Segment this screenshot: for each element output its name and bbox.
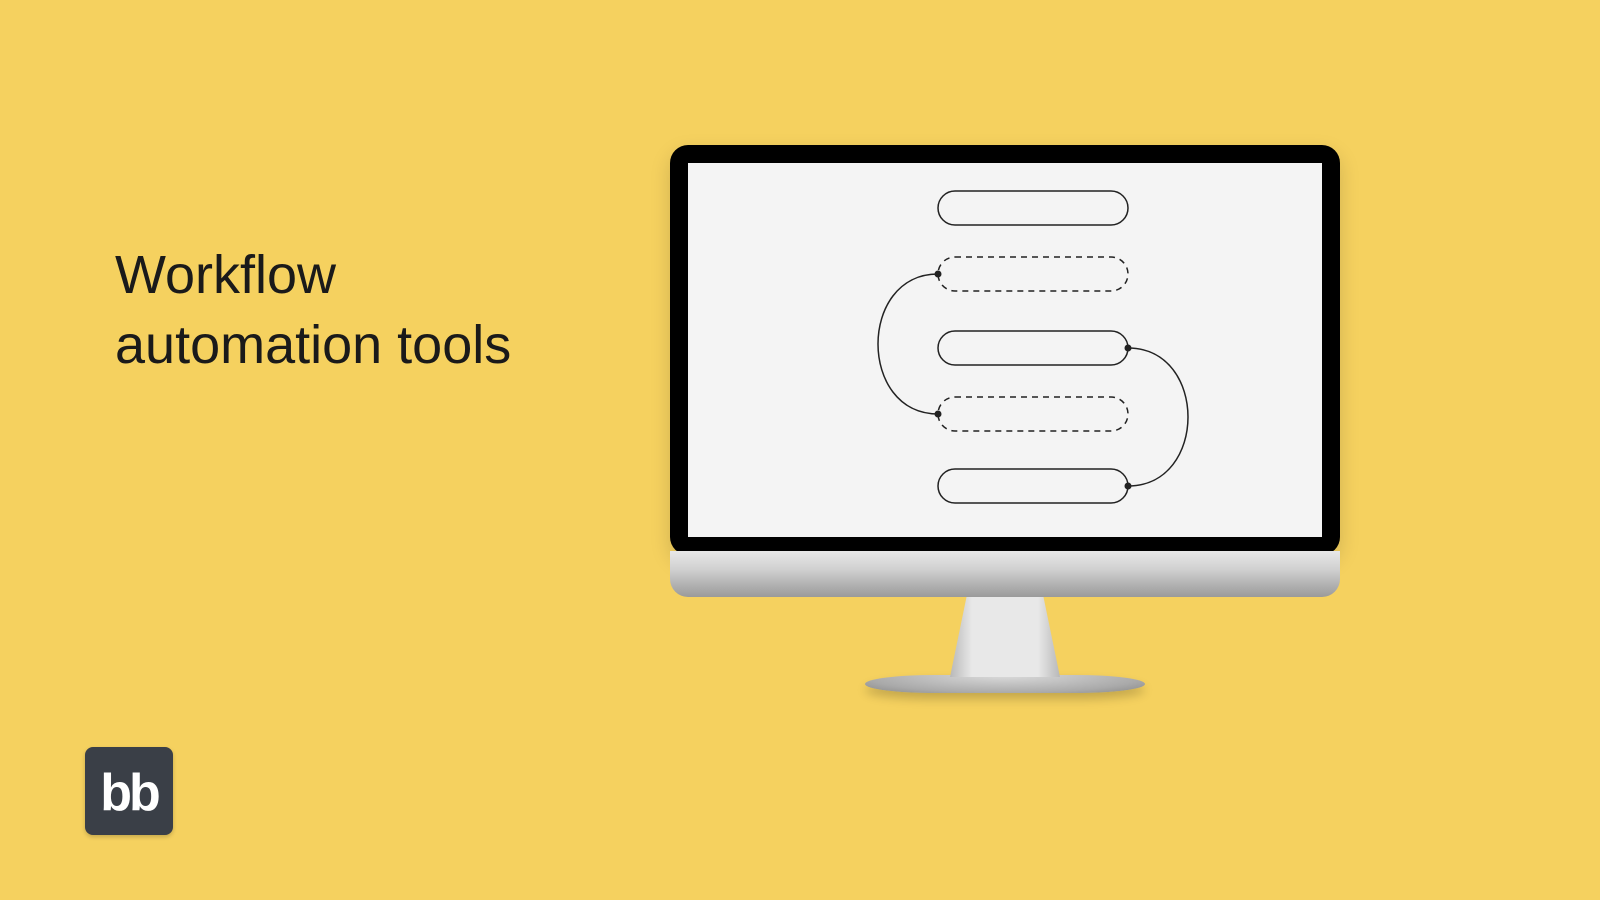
monitor-neck (950, 597, 1060, 677)
bb-logo-text: bb (100, 767, 158, 819)
monitor-foot (865, 675, 1145, 693)
monitor-illustration (670, 145, 1340, 693)
bb-logo: bb (85, 747, 173, 835)
monitor-chin (670, 551, 1340, 597)
page-title: Workflow automation tools (115, 240, 511, 380)
workflow-diagram-icon (688, 163, 1322, 537)
monitor-bezel (670, 145, 1340, 555)
monitor-screen (688, 163, 1322, 537)
